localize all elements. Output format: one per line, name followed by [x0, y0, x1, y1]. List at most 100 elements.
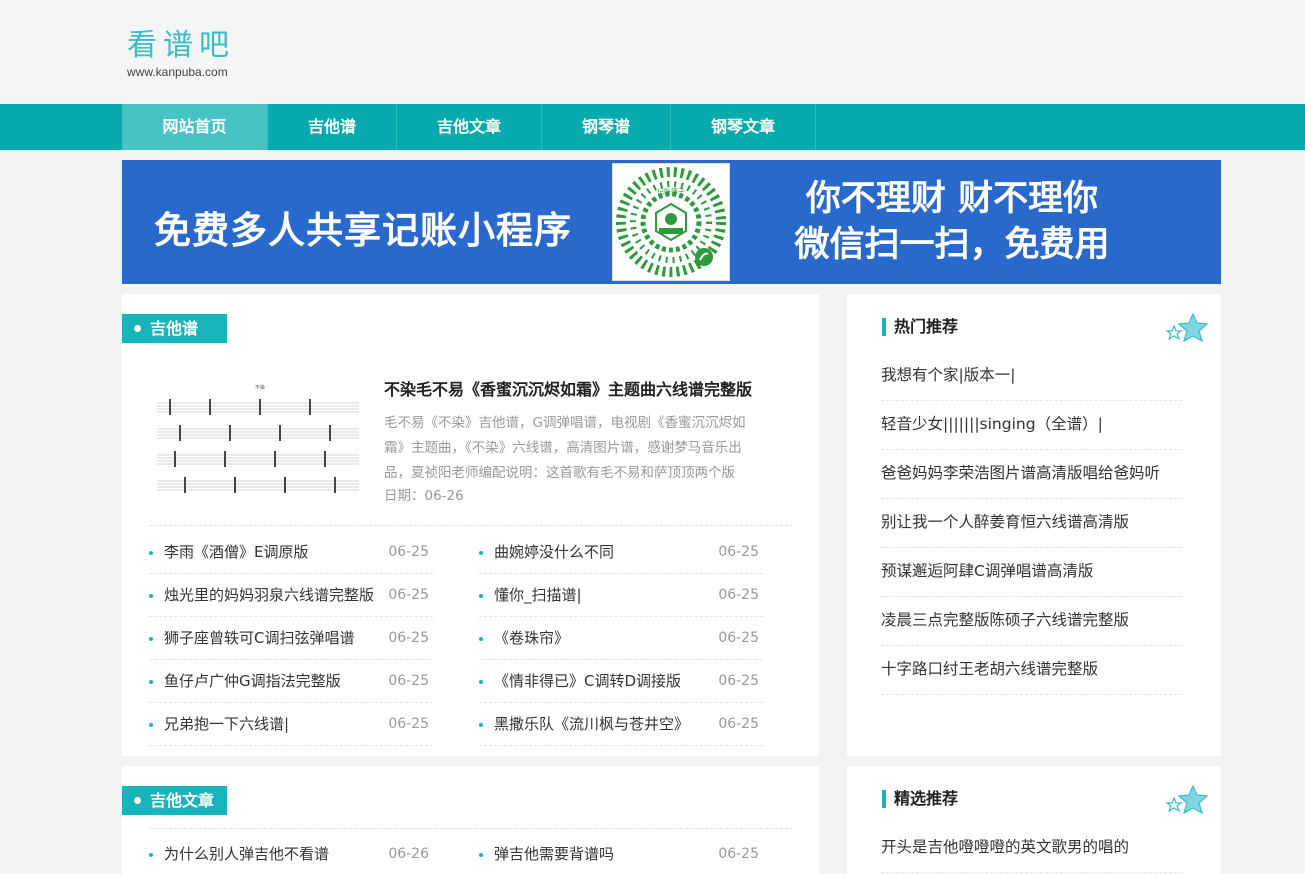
list-item-date: 06-25 — [388, 716, 429, 732]
bullet-icon — [479, 723, 483, 727]
selected-item[interactable]: 开头是吉他噔噔噔的英文歌男的唱的 — [881, 824, 1182, 873]
section-label: 吉他文章 — [150, 791, 215, 810]
nav-item-guitar-articles[interactable]: 吉他文章 — [397, 104, 542, 150]
ad-banner[interactable]: 免费多人共享记账小程序 记账簿子 你不理财 财不理你 微信扫一扫，免费用 — [122, 160, 1221, 284]
divider — [149, 525, 793, 526]
guitar-articles-right-list: 弹吉他需要背谱吗 06-25 — [479, 833, 763, 874]
selected-recommend-list: 开头是吉他噔噔噔的英文歌男的唱的 — [881, 824, 1182, 873]
list-item-title: 黑撒乐队《流川枫与苍井空》 — [494, 715, 690, 733]
star-icon — [1165, 312, 1209, 343]
list-item[interactable]: 弹吉他需要背谱吗 06-25 — [479, 833, 763, 874]
hot-item[interactable]: 凌晨三点完整版陈硕子六线谱完整版 — [881, 597, 1182, 646]
list-item-date: 06-25 — [718, 587, 759, 603]
banner-right-line1: 你不理财 财不理你 — [805, 179, 1099, 219]
bullet-icon — [149, 680, 153, 684]
list-item[interactable]: 李雨《酒僧》E调原版 06-25 — [149, 531, 433, 574]
hot-item[interactable]: 别让我一个人醉姜育恒六线谱高清版 — [881, 499, 1182, 548]
bullet-icon — [479, 637, 483, 641]
list-item-date: 06-25 — [388, 630, 429, 646]
list-item-title: 弹吉他需要背谱吗 — [494, 845, 615, 863]
featured-title[interactable]: 不染毛不易《香蜜沉沉烬如霜》主题曲六线谱完整版 — [384, 378, 784, 402]
list-item-date: 06-25 — [388, 587, 429, 603]
section-tag-guitar-articles[interactable]: 吉他文章 — [122, 786, 227, 815]
list-item-title: 曲婉婷没什么不同 — [494, 543, 615, 561]
hot-item[interactable]: 我想有个家|版本一| — [881, 352, 1182, 401]
nav-item-home[interactable]: 网站首页 — [122, 104, 268, 150]
list-item-title: 《卷珠帘》 — [494, 629, 570, 647]
list-item-date: 06-25 — [718, 630, 759, 646]
hot-recommend-list: 我想有个家|版本一| 轻音少女|||||||singing（全谱）| 爸爸妈妈李… — [881, 352, 1182, 695]
list-item-title: 鱼仔卢广仲G调指法完整版 — [164, 672, 341, 690]
hot-item[interactable]: 轻音少女|||||||singing（全谱）| — [881, 401, 1182, 450]
hot-item[interactable]: 预谋邂逅阿肆C调弹唱谱高清版 — [881, 548, 1182, 597]
list-item-title: 《情非得已》C调转D调接版 — [494, 672, 682, 690]
featured-date: 日期：06-26 — [384, 488, 464, 504]
logo-url-text: www.kanpuba.com — [127, 65, 228, 79]
guitar-articles-panel: 吉他文章 为什么别人弹吉他不看谱 06-26 弹吉他需要背谱吗 06-25 — [122, 766, 819, 874]
list-item-date: 06-25 — [388, 673, 429, 689]
qr-code-icon: 记账簿子 — [612, 163, 730, 281]
selected-recommend-title: 精选推荐 — [882, 790, 958, 808]
list-item[interactable]: 兄弟抱一下六线谱| 06-25 — [149, 703, 433, 746]
banner-left-text: 免费多人共享记账小程序 — [154, 209, 572, 252]
bullet-icon — [479, 551, 483, 555]
bullet-icon — [149, 853, 153, 857]
bullet-icon — [479, 680, 483, 684]
bullet-icon — [479, 853, 483, 857]
list-item[interactable]: 《情非得已》C调转D调接版 06-25 — [479, 660, 763, 703]
list-item-title: 狮子座曾轶可C调扫弦弹唱谱 — [164, 629, 355, 647]
site-logo[interactable]: 看谱吧 www.kanpuba.com — [127, 28, 267, 88]
nav-item-piano-tabs[interactable]: 钢琴谱 — [542, 104, 671, 150]
main-nav: 网站首页 吉他谱 吉他文章 钢琴谱 钢琴文章 — [0, 104, 1305, 150]
list-item[interactable]: 《卷珠帘》 06-25 — [479, 617, 763, 660]
star-icon — [1165, 784, 1209, 815]
list-item[interactable]: 曲婉婷没什么不同 06-25 — [479, 531, 763, 574]
featured-description: 毛不易《不染》吉他谱，G调弹唱谱，电视剧《香蜜沉沉烬如霜》主题曲，《不染》六线谱… — [384, 415, 746, 481]
list-item-date: 06-25 — [718, 846, 759, 862]
divider — [149, 828, 793, 829]
guitar-tabs-right-list: 曲婉婷没什么不同 06-25 懂你_扫描谱| 06-25 《卷珠帘》 06-25 《情… — [479, 531, 763, 746]
tag-dot-icon — [134, 797, 141, 804]
list-item-title: 兄弟抱一下六线谱| — [164, 715, 290, 733]
guitar-tabs-left-list: 李雨《酒僧》E调原版 06-25 烛光里的妈妈羽泉六线谱完整版 06-25 狮子座曾… — [149, 531, 433, 746]
hot-item[interactable]: 爸爸妈妈李荣浩图片谱高清版唱给爸妈听 — [881, 450, 1182, 499]
list-item[interactable]: 为什么别人弹吉他不看谱 06-26 — [149, 833, 433, 874]
selected-recommend-panel: 精选推荐 开头是吉他噔噔噔的英文歌男的唱的 — [847, 766, 1221, 874]
list-item-title: 李雨《酒僧》E调原版 — [164, 543, 309, 561]
list-item[interactable]: 狮子座曾轶可C调扫弦弹唱谱 06-25 — [149, 617, 433, 660]
list-item-title: 懂你_扫描谱| — [494, 586, 582, 604]
list-item[interactable]: 黑撒乐队《流川枫与苍井空》 06-25 — [479, 703, 763, 746]
banner-right-line2: 微信扫一扫，免费用 — [794, 225, 1110, 265]
list-item-date: 06-25 — [718, 673, 759, 689]
site-header: 看谱吧 www.kanpuba.com — [0, 0, 1305, 104]
list-item-title: 烛光里的妈妈羽泉六线谱完整版 — [164, 586, 374, 604]
nav-item-piano-articles[interactable]: 钢琴文章 — [671, 104, 816, 150]
banner-right-text: 你不理财 财不理你 微信扫一扫，免费用 — [782, 176, 1122, 268]
guitar-tabs-panel: 吉他谱 不染 不染毛不易《香蜜沉沉烬如霜》主题曲六线谱完整版 毛不易《不染》吉他… — [122, 294, 819, 756]
list-item-date: 06-25 — [718, 716, 759, 732]
section-tag-guitar-tabs[interactable]: 吉他谱 — [122, 314, 227, 343]
bullet-icon — [479, 594, 483, 598]
guitar-articles-left-list: 为什么别人弹吉他不看谱 06-26 — [149, 833, 433, 874]
svg-text:不染: 不染 — [255, 384, 265, 391]
bullet-icon — [149, 594, 153, 598]
list-item-date: 06-26 — [388, 846, 429, 862]
hot-recommend-title: 热门推荐 — [882, 318, 958, 336]
bullet-icon — [149, 637, 153, 641]
list-item[interactable]: 懂你_扫描谱| 06-25 — [479, 574, 763, 617]
list-item[interactable]: 烛光里的妈妈羽泉六线谱完整版 06-25 — [149, 574, 433, 617]
list-item-date: 06-25 — [718, 544, 759, 560]
list-item-title: 为什么别人弹吉他不看谱 — [164, 845, 330, 863]
hot-recommend-panel: 热门推荐 我想有个家|版本一| 轻音少女|||||||singing（全谱）| … — [847, 294, 1221, 756]
list-item-date: 06-25 — [388, 544, 429, 560]
list-item[interactable]: 鱼仔卢广仲G调指法完整版 06-25 — [149, 660, 433, 703]
qr-label: 记账簿子 — [657, 187, 685, 196]
section-label: 吉他谱 — [150, 319, 199, 338]
hot-item[interactable]: 十字路口纣王老胡六线谱完整版 — [881, 646, 1182, 695]
logo-chinese-text: 看谱吧 — [127, 28, 235, 63]
bullet-icon — [149, 551, 153, 555]
bullet-icon — [149, 723, 153, 727]
tag-dot-icon — [134, 325, 141, 332]
nav-item-guitar-tabs[interactable]: 吉他谱 — [268, 104, 397, 150]
featured-thumbnail[interactable]: 不染 — [149, 379, 385, 509]
